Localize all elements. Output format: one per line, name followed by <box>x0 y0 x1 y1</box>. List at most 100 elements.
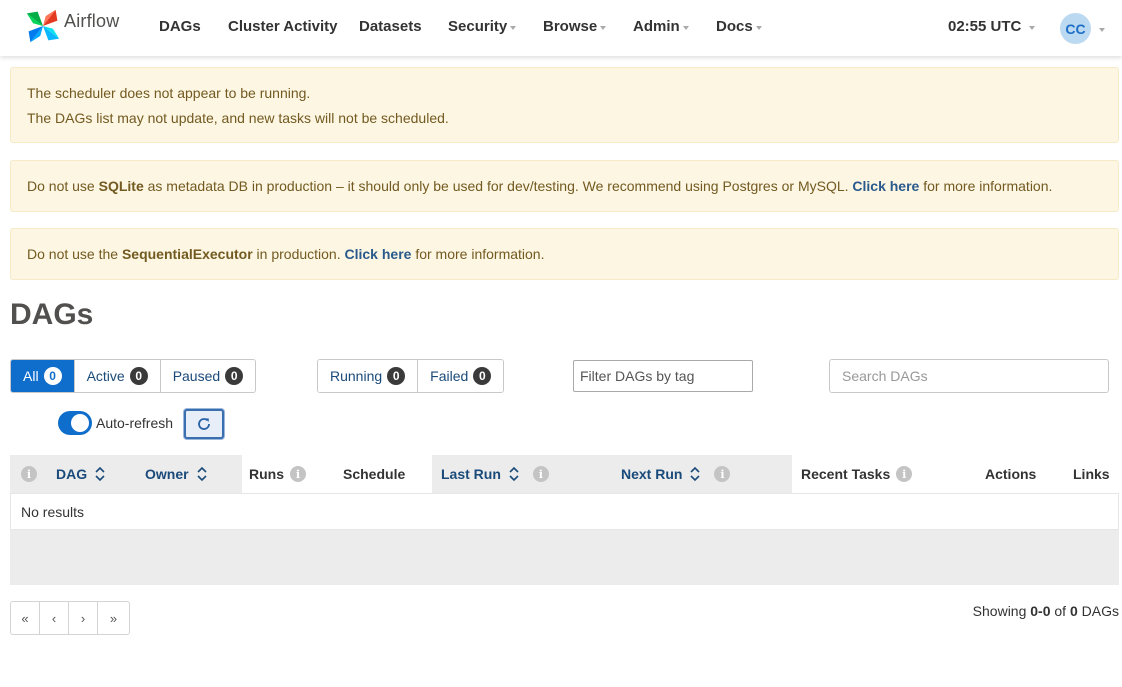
brand-name: Airflow <box>64 10 120 31</box>
column-actions-label: Actions <box>985 466 1037 482</box>
alert-bold-text: SQLite <box>98 178 144 194</box>
caret-down-icon[interactable] <box>1099 28 1105 32</box>
nav-admin-label: Admin <box>633 18 680 35</box>
executor-warning-alert: Do not use the SequentialExecutor in pro… <box>10 228 1119 280</box>
column-actions: Actions <box>970 455 1064 493</box>
dags-table: i DAG Owner Runs i Schedule Last Run i N… <box>10 455 1119 585</box>
prev-page-button[interactable]: ‹ <box>40 602 69 634</box>
caret-down-icon <box>682 25 689 30</box>
column-runs-label: Runs <box>249 466 284 482</box>
showing-of: of <box>1050 603 1070 619</box>
table-header: i DAG Owner Runs i Schedule Last Run i N… <box>10 455 1119 493</box>
filter-active-label: Active <box>86 368 125 384</box>
filter-active-button[interactable]: Active 0 <box>74 360 161 392</box>
utc-clock[interactable]: 02:55 UTC <box>948 18 1036 35</box>
filter-failed-button[interactable]: Failed 0 <box>418 360 504 392</box>
alert-text: Do not use the <box>27 246 122 262</box>
sqlite-warning-alert: Do not use SQLite as metadata DB in prod… <box>10 160 1119 212</box>
column-next-run[interactable]: Next Run i <box>612 455 792 493</box>
nav-browse[interactable]: Browse <box>543 18 607 35</box>
refresh-button[interactable] <box>184 409 224 439</box>
alert-bold-text: SequentialExecutor <box>121 246 253 262</box>
column-owner[interactable]: Owner <box>142 455 242 493</box>
caret-down-icon <box>510 25 517 30</box>
nav-docs-label: Docs <box>716 18 753 35</box>
info-header-cell: i <box>10 455 48 493</box>
auto-refresh-label: Auto-refresh <box>96 415 174 431</box>
column-schedule-label: Schedule <box>343 466 406 482</box>
filter-all-button[interactable]: All 0 <box>11 360 75 392</box>
column-dag-label: DAG <box>56 466 88 482</box>
nav-security[interactable]: Security <box>448 18 517 35</box>
nav-cluster-activity[interactable]: Cluster Activity <box>228 18 337 35</box>
nav-docs[interactable]: Docs <box>716 18 762 35</box>
search-dags-input[interactable]: Search DAGs <box>829 359 1109 393</box>
refresh-icon <box>198 418 210 430</box>
scheduler-warning-alert: The scheduler does not appear to be runn… <box>10 67 1119 143</box>
showing-total: 0 <box>1069 603 1078 619</box>
nav-datasets[interactable]: Datasets <box>359 18 422 35</box>
alert-text: for more information. <box>919 178 1053 194</box>
auto-refresh-toggle[interactable] <box>58 411 92 435</box>
nav-dags-label: DAGs <box>159 18 201 35</box>
filter-paused-button[interactable]: Paused 0 <box>160 360 256 392</box>
scheduler-warning-line2: The DAGs list may not update, and new ta… <box>27 110 449 126</box>
caret-down-icon <box>755 25 762 30</box>
filter-running-label: Running <box>330 368 383 384</box>
showing-count-text: Showing 0-0 of 0 DAGs <box>973 603 1119 619</box>
last-page-button[interactable]: » <box>98 602 129 634</box>
top-navbar: Airflow DAGs Cluster Activity Datasets S… <box>0 0 1122 56</box>
empty-table-message: No results <box>10 493 1119 530</box>
airflow-logo-icon <box>26 9 60 43</box>
count-badge: 0 <box>387 367 406 385</box>
filter-failed-label: Failed <box>430 368 469 384</box>
column-next-run-label: Next Run <box>621 466 683 482</box>
info-icon[interactable]: i <box>532 466 549 482</box>
count-badge: 0 <box>129 367 148 385</box>
run-state-filter-group: Running 0 Failed 0 <box>317 359 505 393</box>
alert-text: as metadata DB in production – it should… <box>143 178 853 194</box>
info-icon[interactable]: i <box>21 466 37 482</box>
sqlite-click-here-link[interactable]: Click here <box>852 178 919 194</box>
showing-range: 0-0 <box>1030 603 1051 619</box>
column-links: Links <box>1064 455 1119 493</box>
sort-icon <box>690 466 701 482</box>
first-page-button[interactable]: « <box>11 602 40 634</box>
airflow-brand[interactable]: Airflow <box>24 8 119 44</box>
info-icon[interactable]: i <box>290 466 306 482</box>
alert-text: in production. <box>252 246 345 262</box>
info-icon[interactable]: i <box>714 466 731 482</box>
filter-running-button[interactable]: Running 0 <box>318 360 419 392</box>
caret-down-icon <box>600 25 607 30</box>
caret-down-icon <box>1029 25 1036 30</box>
nav-cluster-activity-label: Cluster Activity <box>228 18 338 35</box>
column-owner-label: Owner <box>145 466 189 482</box>
showing-suffix: DAGs <box>1077 603 1119 619</box>
nav-admin[interactable]: Admin <box>633 18 689 35</box>
next-page-button[interactable]: › <box>69 602 98 634</box>
sort-icon <box>95 466 105 482</box>
count-badge: 0 <box>225 367 244 385</box>
column-schedule: Schedule <box>318 455 432 493</box>
status-filter-group: All 0 Active 0 Paused 0 <box>10 359 257 393</box>
column-dag[interactable]: DAG <box>48 455 142 493</box>
executor-click-here-link[interactable]: Click here <box>345 246 412 262</box>
nav-dags[interactable]: DAGs <box>159 18 201 35</box>
nav-datasets-label: Datasets <box>359 18 422 35</box>
column-links-label: Links <box>1073 466 1110 482</box>
sort-icon <box>197 466 207 482</box>
column-last-run-label: Last Run <box>441 466 501 482</box>
user-avatar[interactable]: CC <box>1060 13 1091 44</box>
alert-text: for more information. <box>411 246 545 262</box>
alert-text: Do not use <box>27 178 99 194</box>
column-runs: Runs i <box>242 455 318 493</box>
nav-security-label: Security <box>448 18 508 35</box>
info-icon[interactable]: i <box>896 466 913 482</box>
tag-filter-input[interactable]: Filter DAGs by tag <box>573 360 753 392</box>
column-last-run[interactable]: Last Run i <box>432 455 612 493</box>
count-badge: 0 <box>473 367 492 385</box>
filter-all-label: All <box>23 368 39 384</box>
scheduler-warning-line1: The scheduler does not appear to be runn… <box>27 85 311 101</box>
filter-paused-label: Paused <box>172 368 221 384</box>
count-badge: 0 <box>43 367 62 385</box>
